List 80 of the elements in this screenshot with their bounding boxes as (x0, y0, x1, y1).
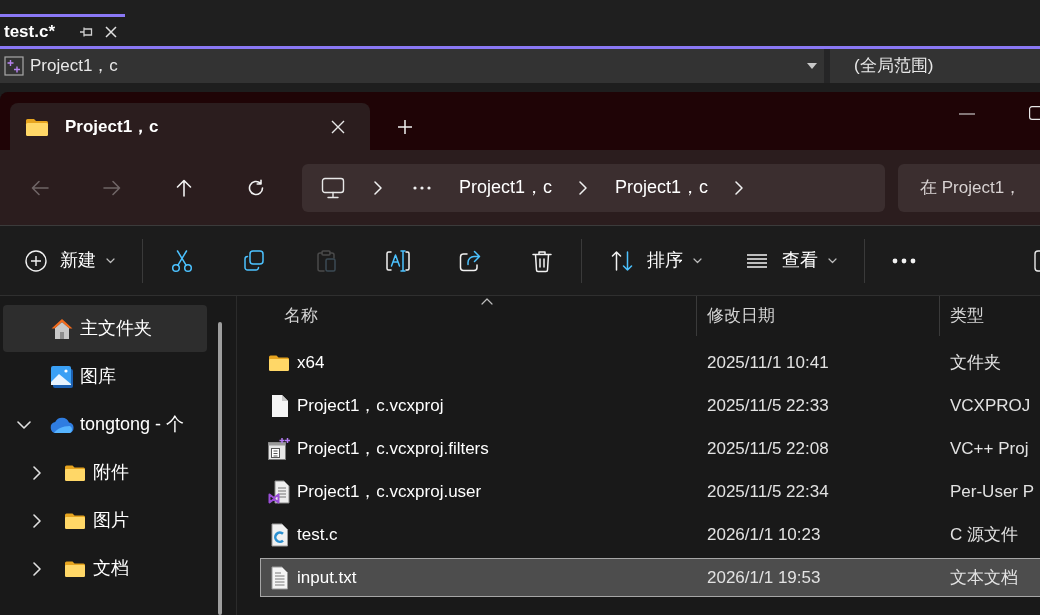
chevron-down-icon (106, 257, 115, 264)
date-modified: 2025/11/5 22:33 (707, 394, 829, 417)
close-icon (331, 119, 345, 134)
chevron-right-icon[interactable] (33, 513, 41, 528)
chevron-right-icon[interactable] (33, 561, 41, 576)
file-type: C 源文件 (950, 523, 1018, 546)
date-modified: 2025/11/1 10:41 (707, 351, 829, 374)
project-dropdown[interactable]: Project1，c (0, 49, 824, 83)
chevron-right-icon (374, 180, 382, 195)
date-modified: 2025/11/5 22:34 (707, 480, 829, 503)
file-type: 文本文档 (950, 566, 1018, 589)
column-header[interactable]: 类型 (940, 296, 1040, 336)
file-row[interactable]: test.c 2026/1/1 10:23 C 源文件 (260, 515, 1040, 554)
file-row[interactable]: Project1，c.vcxproj.user 2025/11/5 22:34 Per-User P (260, 472, 1040, 511)
view-button[interactable]: 查看 (734, 238, 847, 283)
caret-down-icon (807, 63, 817, 69)
chevron-down-icon[interactable] (17, 420, 31, 429)
sidebar-item[interactable]: 文档 (3, 545, 207, 592)
chevron-down-icon (693, 257, 702, 264)
search-field[interactable]: 在 Project1， (898, 163, 1040, 212)
sidebar-item[interactable]: 附件 (3, 449, 207, 496)
file-name: Project1，c.vcxproj.user (297, 480, 482, 503)
new-button[interactable]: 新建 (14, 238, 125, 283)
maximize-icon (1029, 106, 1040, 120)
picture-icon (50, 364, 74, 389)
file-type: Per-User P (950, 480, 1035, 503)
file-row[interactable]: input.txt 2026/1/1 19:53 文本文档 (260, 558, 1040, 597)
file-row[interactable]: x64 2025/11/1 10:41 文件夹 (260, 343, 1040, 382)
date-modified: 2026/1/1 10:23 (707, 523, 821, 546)
breadcrumb[interactable]: Project1，c (615, 174, 709, 201)
chevron-right-icon (735, 180, 744, 195)
document-badge-icon (268, 479, 290, 504)
sort-caret-icon (481, 298, 493, 305)
breadcrumb[interactable]: Project1，c (459, 174, 553, 201)
monitor-icon (321, 176, 345, 199)
file-name: input.txt (297, 566, 357, 589)
pin-icon (79, 25, 93, 38)
file-row[interactable]: Project1，c.vcxproj.filters 2025/11/5 22:08 VC++ Proj (260, 429, 1040, 468)
folder-icon (64, 559, 86, 578)
column-header[interactable]: 名称 (260, 296, 697, 336)
plus-square-icon (4, 56, 24, 76)
sort-button[interactable]: 排序 (599, 238, 712, 283)
panel-icon[interactable] (1034, 249, 1040, 272)
folder-icon (64, 463, 86, 482)
home-icon (50, 316, 74, 341)
minimize-icon (959, 113, 975, 115)
sidebar-item[interactable]: tongtong - 个 (3, 401, 207, 448)
file-type: VCXPROJ (950, 394, 1031, 417)
folder-icon (64, 511, 86, 530)
chevron-right-icon (579, 180, 588, 195)
file-name: Project1，c.vcxproj.filters (297, 437, 489, 460)
close-icon (105, 25, 117, 38)
file-name: Project1，c.vcxproj (297, 394, 444, 417)
date-modified: 2025/11/5 22:08 (707, 437, 829, 460)
chevron-down-icon (828, 257, 837, 264)
cloud-icon (49, 415, 75, 434)
maximize-button[interactable] (1029, 106, 1040, 120)
plus-icon (397, 118, 413, 135)
more-icon[interactable] (413, 185, 431, 190)
explorer-tab[interactable]: Project1，c (10, 103, 370, 150)
address-bar[interactable]: Project1，c Project1，c (302, 163, 885, 212)
file-type: 文件夹 (950, 351, 1001, 374)
date-modified: 2026/1/1 19:53 (707, 566, 821, 589)
sidebar-item[interactable]: 主文件夹 (3, 305, 207, 352)
scrollbar[interactable] (218, 322, 222, 615)
scope-dropdown[interactable]: (全局范围) (830, 49, 1040, 83)
c-file-icon (269, 522, 289, 547)
sidebar-item[interactable]: 图库 (3, 353, 207, 400)
chevron-right-icon[interactable] (33, 465, 41, 480)
column-header[interactable]: 修改日期 (697, 296, 940, 336)
folder-icon (25, 116, 49, 137)
sidebar-item[interactable]: 图片 (3, 497, 207, 544)
file-name: test.c (297, 523, 338, 546)
document-plus-icon (267, 436, 291, 461)
file-type: VC++ Proj (950, 437, 1029, 460)
file-icon (269, 393, 289, 418)
file-name: x64 (297, 351, 325, 374)
text-file-icon (269, 565, 289, 590)
file-row[interactable]: Project1，c.vcxproj 2025/11/5 22:33 VCXPROJ (260, 386, 1040, 425)
folder-icon (268, 353, 290, 372)
